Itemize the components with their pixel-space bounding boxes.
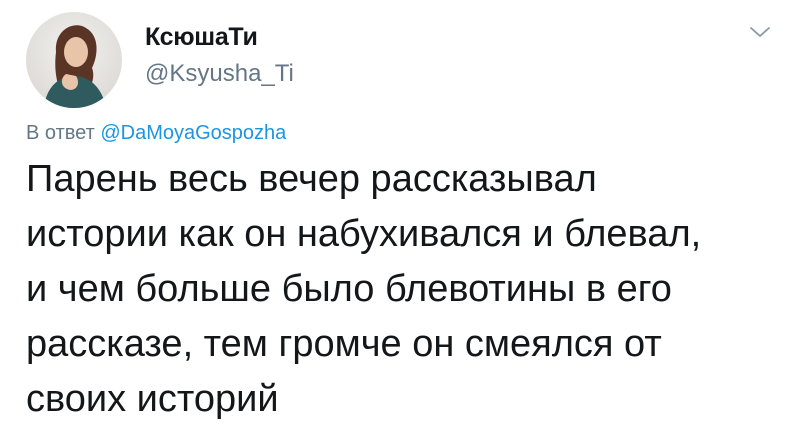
tweet-text-line: Парень весь вечер рассказывал <box>26 158 597 200</box>
reply-prefix: В ответ <box>26 122 95 144</box>
tweet-text-line: рассказе, тем громче он смеялся от <box>26 323 662 365</box>
reply-context: В ответ @DaMoyaGospozha <box>26 120 286 146</box>
tweet-text: Парень весь вечер рассказывал истории ка… <box>26 152 786 427</box>
author-handle[interactable]: @Ksyusha_Ti <box>145 59 294 89</box>
tweet-card[interactable]: КсюшаТи @Ksyusha_Ti В ответ @DaMoyaGospo… <box>0 0 800 430</box>
tweet-text-line: истории как он набухивался и блевал, <box>26 213 702 255</box>
author-display-name[interactable]: КсюшаТи <box>145 22 258 52</box>
reply-mention-link[interactable]: @DaMoyaGospozha <box>100 122 286 144</box>
author-avatar[interactable] <box>26 12 122 108</box>
chevron-down-icon[interactable] <box>748 24 772 40</box>
user-photo-avatar-icon <box>26 12 122 108</box>
tweet-text-line: и чем больше было блевотины в его <box>26 268 672 310</box>
tweet-text-line: своих историй <box>26 378 279 420</box>
